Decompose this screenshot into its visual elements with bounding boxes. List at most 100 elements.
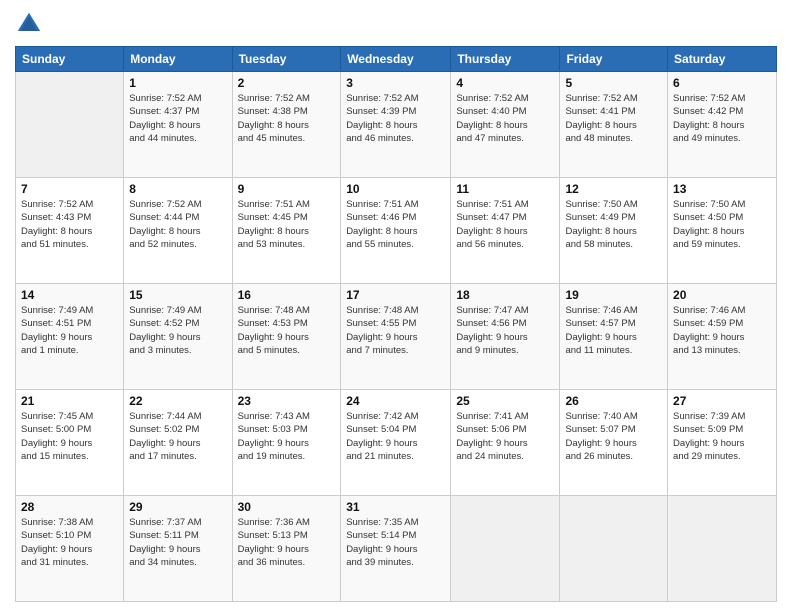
logo-icon bbox=[15, 10, 43, 38]
calendar-cell: 15 Sunrise: 7:49 AMSunset: 4:52 PMDayligh… bbox=[124, 284, 232, 390]
day-info: Sunrise: 7:51 AMSunset: 4:46 PMDaylight:… bbox=[346, 198, 445, 251]
day-info: Sunrise: 7:38 AMSunset: 5:10 PMDaylight:… bbox=[21, 516, 118, 569]
day-info: Sunrise: 7:42 AMSunset: 5:04 PMDaylight:… bbox=[346, 410, 445, 463]
day-info: Sunrise: 7:51 AMSunset: 4:47 PMDaylight:… bbox=[456, 198, 554, 251]
week-row-4: 28 Sunrise: 7:38 AMSunset: 5:10 PMDayligh… bbox=[16, 496, 777, 602]
day-info: Sunrise: 7:52 AMSunset: 4:40 PMDaylight:… bbox=[456, 92, 554, 145]
calendar-cell: 7Sunrise: 7:52 AMSunset: 4:43 PMDaylight… bbox=[16, 178, 124, 284]
day-number: 28 bbox=[21, 500, 118, 514]
week-row-3: 21 Sunrise: 7:45 AMSunset: 5:00 PMDayligh… bbox=[16, 390, 777, 496]
calendar-cell: 23 Sunrise: 7:43 AMSunset: 5:03 PMDayligh… bbox=[232, 390, 341, 496]
day-number: 19 bbox=[565, 288, 662, 302]
day-number: 3 bbox=[346, 76, 445, 90]
calendar-cell: 28 Sunrise: 7:38 AMSunset: 5:10 PMDayligh… bbox=[16, 496, 124, 602]
day-info: Sunrise: 7:51 AMSunset: 4:45 PMDaylight:… bbox=[238, 198, 336, 251]
day-info: Sunrise: 7:52 AMSunset: 4:43 PMDaylight:… bbox=[21, 198, 118, 251]
day-number: 5 bbox=[565, 76, 662, 90]
day-info: Sunrise: 7:37 AMSunset: 5:11 PMDaylight:… bbox=[129, 516, 226, 569]
day-info: Sunrise: 7:46 AMSunset: 4:59 PMDaylight:… bbox=[673, 304, 771, 357]
day-info: Sunrise: 7:48 AMSunset: 4:55 PMDaylight:… bbox=[346, 304, 445, 357]
calendar-cell: 22 Sunrise: 7:44 AMSunset: 5:02 PMDayligh… bbox=[124, 390, 232, 496]
calendar-cell: 27Sunrise: 7:39 AMSunset: 5:09 PMDayligh… bbox=[668, 390, 777, 496]
day-number: 26 bbox=[565, 394, 662, 408]
day-number: 4 bbox=[456, 76, 554, 90]
day-number: 12 bbox=[565, 182, 662, 196]
calendar-cell: 25Sunrise: 7:41 AMSunset: 5:06 PMDayligh… bbox=[451, 390, 560, 496]
calendar-cell: 11 Sunrise: 7:51 AMSunset: 4:47 PMDayligh… bbox=[451, 178, 560, 284]
calendar-cell bbox=[560, 496, 668, 602]
day-number: 21 bbox=[21, 394, 118, 408]
day-info: Sunrise: 7:52 AMSunset: 4:41 PMDaylight:… bbox=[565, 92, 662, 145]
day-number: 27 bbox=[673, 394, 771, 408]
day-number: 8 bbox=[129, 182, 226, 196]
calendar-cell: 21 Sunrise: 7:45 AMSunset: 5:00 PMDayligh… bbox=[16, 390, 124, 496]
day-number: 24 bbox=[346, 394, 445, 408]
day-info: Sunrise: 7:43 AMSunset: 5:03 PMDaylight:… bbox=[238, 410, 336, 463]
calendar-cell bbox=[451, 496, 560, 602]
day-number: 16 bbox=[238, 288, 336, 302]
weekday-header-wednesday: Wednesday bbox=[341, 47, 451, 72]
week-row-0: 1 Sunrise: 7:52 AMSunset: 4:37 PMDaylight… bbox=[16, 72, 777, 178]
calendar-cell: 19 Sunrise: 7:46 AMSunset: 4:57 PMDayligh… bbox=[560, 284, 668, 390]
day-info: Sunrise: 7:41 AMSunset: 5:06 PMDaylight:… bbox=[456, 410, 554, 463]
day-number: 9 bbox=[238, 182, 336, 196]
day-number: 13 bbox=[673, 182, 771, 196]
calendar-cell: 30Sunrise: 7:36 AMSunset: 5:13 PMDayligh… bbox=[232, 496, 341, 602]
week-row-1: 7Sunrise: 7:52 AMSunset: 4:43 PMDaylight… bbox=[16, 178, 777, 284]
page: SundayMondayTuesdayWednesdayThursdayFrid… bbox=[0, 0, 792, 612]
day-info: Sunrise: 7:52 AMSunset: 4:38 PMDaylight:… bbox=[238, 92, 336, 145]
day-info: Sunrise: 7:49 AMSunset: 4:51 PMDaylight:… bbox=[21, 304, 118, 357]
day-number: 20 bbox=[673, 288, 771, 302]
calendar-cell: 16 Sunrise: 7:48 AMSunset: 4:53 PMDayligh… bbox=[232, 284, 341, 390]
logo bbox=[15, 10, 47, 38]
calendar-cell: 4 Sunrise: 7:52 AMSunset: 4:40 PMDaylight… bbox=[451, 72, 560, 178]
day-info: Sunrise: 7:52 AMSunset: 4:37 PMDaylight:… bbox=[129, 92, 226, 145]
day-number: 6 bbox=[673, 76, 771, 90]
weekday-header-friday: Friday bbox=[560, 47, 668, 72]
weekday-header-row: SundayMondayTuesdayWednesdayThursdayFrid… bbox=[16, 47, 777, 72]
day-info: Sunrise: 7:36 AMSunset: 5:13 PMDaylight:… bbox=[238, 516, 336, 569]
calendar-cell: 8 Sunrise: 7:52 AMSunset: 4:44 PMDaylight… bbox=[124, 178, 232, 284]
calendar-cell: 13 Sunrise: 7:50 AMSunset: 4:50 PMDayligh… bbox=[668, 178, 777, 284]
day-info: Sunrise: 7:35 AMSunset: 5:14 PMDaylight:… bbox=[346, 516, 445, 569]
weekday-header-sunday: Sunday bbox=[16, 47, 124, 72]
calendar-cell: 14 Sunrise: 7:49 AMSunset: 4:51 PMDayligh… bbox=[16, 284, 124, 390]
day-number: 14 bbox=[21, 288, 118, 302]
week-row-2: 14 Sunrise: 7:49 AMSunset: 4:51 PMDayligh… bbox=[16, 284, 777, 390]
day-number: 18 bbox=[456, 288, 554, 302]
weekday-header-thursday: Thursday bbox=[451, 47, 560, 72]
day-info: Sunrise: 7:49 AMSunset: 4:52 PMDaylight:… bbox=[129, 304, 226, 357]
day-info: Sunrise: 7:40 AMSunset: 5:07 PMDaylight:… bbox=[565, 410, 662, 463]
day-info: Sunrise: 7:52 AMSunset: 4:42 PMDaylight:… bbox=[673, 92, 771, 145]
day-info: Sunrise: 7:47 AMSunset: 4:56 PMDaylight:… bbox=[456, 304, 554, 357]
day-info: Sunrise: 7:52 AMSunset: 4:44 PMDaylight:… bbox=[129, 198, 226, 251]
day-info: Sunrise: 7:50 AMSunset: 4:49 PMDaylight:… bbox=[565, 198, 662, 251]
calendar-table: SundayMondayTuesdayWednesdayThursdayFrid… bbox=[15, 46, 777, 602]
day-info: Sunrise: 7:46 AMSunset: 4:57 PMDaylight:… bbox=[565, 304, 662, 357]
day-info: Sunrise: 7:50 AMSunset: 4:50 PMDaylight:… bbox=[673, 198, 771, 251]
day-number: 17 bbox=[346, 288, 445, 302]
calendar-cell bbox=[668, 496, 777, 602]
calendar-cell: 20 Sunrise: 7:46 AMSunset: 4:59 PMDayligh… bbox=[668, 284, 777, 390]
day-number: 31 bbox=[346, 500, 445, 514]
calendar-cell: 12 Sunrise: 7:50 AMSunset: 4:49 PMDayligh… bbox=[560, 178, 668, 284]
calendar-cell bbox=[16, 72, 124, 178]
weekday-header-monday: Monday bbox=[124, 47, 232, 72]
day-number: 23 bbox=[238, 394, 336, 408]
day-number: 11 bbox=[456, 182, 554, 196]
day-info: Sunrise: 7:52 AMSunset: 4:39 PMDaylight:… bbox=[346, 92, 445, 145]
calendar-cell: 1 Sunrise: 7:52 AMSunset: 4:37 PMDaylight… bbox=[124, 72, 232, 178]
day-number: 2 bbox=[238, 76, 336, 90]
day-number: 15 bbox=[129, 288, 226, 302]
day-number: 10 bbox=[346, 182, 445, 196]
calendar-cell: 3 Sunrise: 7:52 AMSunset: 4:39 PMDaylight… bbox=[341, 72, 451, 178]
day-number: 29 bbox=[129, 500, 226, 514]
calendar-cell: 10 Sunrise: 7:51 AMSunset: 4:46 PMDayligh… bbox=[341, 178, 451, 284]
day-info: Sunrise: 7:44 AMSunset: 5:02 PMDaylight:… bbox=[129, 410, 226, 463]
calendar-cell: 24 Sunrise: 7:42 AMSunset: 5:04 PMDayligh… bbox=[341, 390, 451, 496]
calendar-cell: 2 Sunrise: 7:52 AMSunset: 4:38 PMDaylight… bbox=[232, 72, 341, 178]
day-number: 22 bbox=[129, 394, 226, 408]
day-number: 1 bbox=[129, 76, 226, 90]
day-info: Sunrise: 7:45 AMSunset: 5:00 PMDaylight:… bbox=[21, 410, 118, 463]
day-info: Sunrise: 7:48 AMSunset: 4:53 PMDaylight:… bbox=[238, 304, 336, 357]
